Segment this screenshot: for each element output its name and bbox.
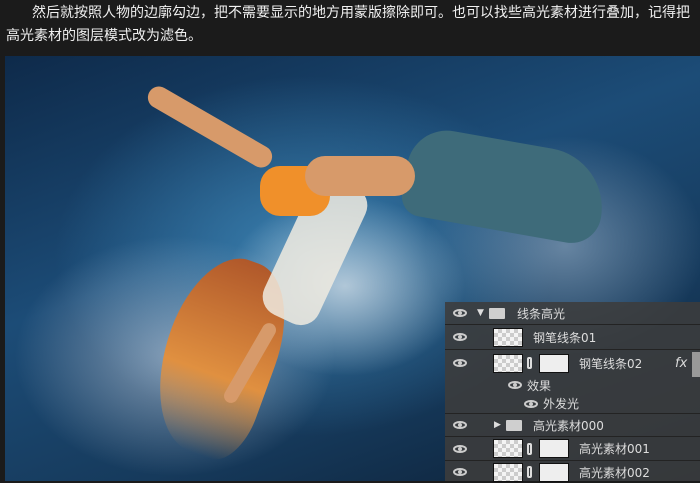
- folder-icon: [506, 419, 522, 431]
- outer-glow-label: 外发光: [543, 397, 580, 411]
- layer-name: 高光素材000: [533, 418, 604, 433]
- effects-label: 效果: [527, 378, 552, 393]
- layer-thumbnail: [493, 353, 523, 373]
- layer-name: 线条高光: [517, 306, 566, 321]
- mask-thumbnail: [539, 462, 569, 482]
- arm: [143, 82, 277, 172]
- visibility-eye-icon[interactable]: [524, 399, 538, 408]
- visibility-eye-icon[interactable]: [508, 381, 522, 389]
- folder-icon: [489, 307, 505, 319]
- link-icon[interactable]: [527, 357, 532, 369]
- layer-name: 钢笔线条01: [533, 330, 597, 345]
- torso: [305, 156, 415, 196]
- layer-name: 高光素材002: [579, 465, 650, 480]
- layer-thumbnail: [493, 439, 523, 458]
- visibility-eye-icon[interactable]: [453, 468, 467, 476]
- effects-row[interactable]: 效果: [445, 376, 700, 394]
- jeans: [398, 124, 612, 248]
- link-icon[interactable]: [527, 442, 532, 455]
- layer-thumbnail: [493, 462, 523, 482]
- layer-name: 高光素材001: [579, 442, 650, 456]
- scrollbar[interactable]: [692, 352, 700, 377]
- expanded-triangle-icon[interactable]: ▼: [477, 308, 484, 318]
- visibility-eye-icon[interactable]: [453, 421, 467, 429]
- collapsed-triangle-icon[interactable]: ▶: [494, 420, 501, 430]
- layer-group-lines-highlight[interactable]: ▼ 线条高光: [445, 302, 700, 325]
- layer-pen01[interactable]: 钢笔线条01: [445, 325, 700, 350]
- visibility-eye-icon[interactable]: [453, 444, 467, 453]
- outer-glow-row[interactable]: 外发光: [445, 394, 700, 414]
- layer-mat001[interactable]: 高光素材001: [445, 437, 700, 461]
- layer-thumbnail: [493, 327, 523, 347]
- intro-text: 然后就按照人物的边廓勾边，把不需要显示的地方用蒙版擦除即可。也可以找些高光素材进…: [6, 5, 690, 44]
- fx-icon[interactable]: fx: [675, 356, 687, 371]
- layer-name: 钢笔线条02: [579, 356, 643, 371]
- visibility-eye-icon[interactable]: [453, 309, 467, 317]
- layers-panel: ▼ 线条高光 钢笔线条01 钢笔线条02 fx 效果 外发光 ▶ 高光素材000…: [445, 302, 700, 483]
- layer-mat002[interactable]: 高光素材002: [445, 461, 700, 483]
- link-icon[interactable]: [527, 466, 532, 478]
- visibility-eye-icon[interactable]: [453, 333, 467, 341]
- mask-thumbnail: [539, 353, 569, 373]
- mask-thumbnail: [539, 439, 569, 458]
- layer-pen02[interactable]: 钢笔线条02 fx: [445, 350, 700, 376]
- visibility-eye-icon[interactable]: [453, 359, 467, 367]
- layer-folder000[interactable]: ▶ 高光素材000: [445, 414, 700, 437]
